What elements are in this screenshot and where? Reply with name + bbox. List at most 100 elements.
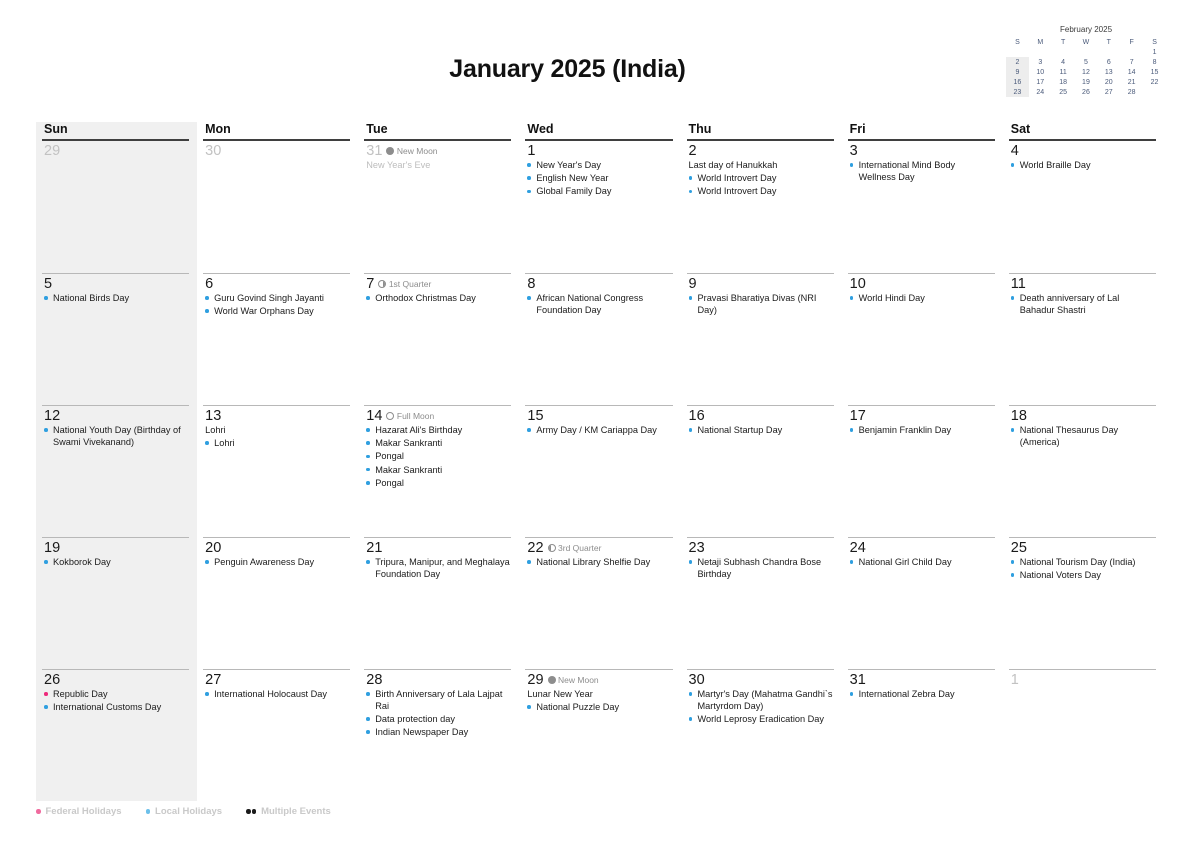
mini-calendar-day[interactable]: 2 [1006,57,1029,67]
mini-calendar-day[interactable]: 9 [1006,67,1029,77]
event-item[interactable]: Pongal [364,451,511,463]
calendar-day-cell[interactable]: 4 World Braille Day [1009,141,1156,273]
event-item[interactable]: International Mind Body Wellness Day [848,160,995,183]
calendar-day-cell[interactable]: 24 National Girl Child Day [847,537,995,669]
calendar-day-cell[interactable]: 29 New Moon Lunar New Year National Puzzle … [525,669,673,801]
event-item[interactable]: Makar Sankranti [364,465,511,477]
event-item[interactable]: African National Congress Foundation Day [525,293,672,316]
calendar-day-cell[interactable]: 15 Army Day / KM Cariappa Day [525,405,673,537]
mini-calendar-day[interactable]: 26 [1075,87,1098,97]
mini-calendar-day[interactable]: 7 [1120,57,1143,67]
mini-calendar-day[interactable]: 11 [1052,67,1075,77]
mini-calendar-day[interactable] [1052,47,1075,57]
event-item[interactable]: Orthodox Christmas Day [364,293,511,305]
event-item[interactable]: International Customs Day [42,702,189,714]
mini-calendar-day[interactable] [1097,47,1120,57]
event-item[interactable]: National Startup Day [687,425,834,437]
event-item[interactable]: International Holocaust Day [203,689,350,701]
event-item[interactable]: Lohri [203,425,350,437]
event-item[interactable]: New Year's Day [525,160,672,172]
event-item[interactable]: Tripura, Manipur, and Meghalaya Foundati… [364,557,511,580]
event-item[interactable]: Benjamin Franklin Day [848,425,995,437]
event-item[interactable]: World Introvert Day [687,186,834,198]
calendar-day-cell[interactable]: 30 [203,141,350,273]
mini-calendar-day[interactable]: 10 [1029,67,1052,77]
calendar-day-cell[interactable]: 3 International Mind Body Wellness Day [848,141,995,273]
event-item[interactable]: Pongal [364,478,511,490]
event-item[interactable]: Guru Govind Singh Jayanti [203,293,350,305]
mini-calendar-day[interactable] [1143,87,1166,97]
mini-calendar-day[interactable] [1006,47,1029,57]
event-item[interactable]: Lohri [203,438,350,450]
event-item[interactable]: Penguin Awareness Day [203,557,350,569]
mini-calendar-day[interactable]: 24 [1029,87,1052,97]
event-item[interactable]: National Thesaurus Day (America) [1009,425,1156,448]
calendar-day-cell[interactable]: 22 3rd Quarter National Library Shelfie Da… [525,537,673,669]
mini-calendar-day[interactable]: 3 [1029,57,1052,67]
event-item[interactable]: Army Day / KM Cariappa Day [525,425,672,437]
calendar-day-cell[interactable]: 19 Kokborok Day [42,537,190,669]
event-item[interactable]: World Introvert Day [687,173,834,185]
calendar-day-cell[interactable]: 30 Martyr's Day (Mahatma Gandhi`s Martyrd… [686,669,834,801]
event-item[interactable]: Hazarat Ali's Birthday [364,425,511,437]
mini-calendar-day[interactable]: 27 [1097,87,1120,97]
calendar-day-cell[interactable]: 18 National Thesaurus Day (America) [1008,405,1156,537]
event-item[interactable]: New Year's Eve [364,160,511,172]
mini-calendar-day[interactable]: 8 [1143,57,1166,67]
event-item[interactable]: English New Year [525,173,672,185]
mini-calendar-day[interactable]: 22 [1143,77,1166,87]
mini-calendar-day[interactable]: 6 [1097,57,1120,67]
calendar-day-cell[interactable]: 5 National Birds Day [42,273,190,405]
mini-calendar-day[interactable]: 15 [1143,67,1166,77]
calendar-day-cell[interactable]: 9 Pravasi Bharatiya Divas (NRI Day) [686,273,834,405]
event-item[interactable]: Birth Anniversary of Lala Lajpat Rai [364,689,511,712]
calendar-day-cell[interactable]: 21 Tripura, Manipur, and Meghalaya Founda… [364,537,512,669]
calendar-day-cell[interactable]: 25 National Tourism Day (India) National V… [1008,537,1156,669]
event-item[interactable]: Makar Sankranti [364,438,511,450]
mini-calendar-day[interactable] [1075,47,1098,57]
event-item[interactable]: Indian Newspaper Day [364,727,511,739]
event-item[interactable]: Netaji Subhash Chandra Bose Birthday [687,557,834,580]
calendar-day-cell[interactable]: 20 Penguin Awareness Day [203,537,351,669]
event-item[interactable]: Pravasi Bharatiya Divas (NRI Day) [687,293,834,316]
calendar-day-cell[interactable]: 1 [1008,669,1156,801]
mini-calendar-day[interactable]: 16 [1006,77,1029,87]
calendar-day-cell[interactable]: 13 Lohri Lohri [203,405,351,537]
calendar-day-cell[interactable]: 14 Full Moon Hazarat Ali's Birthday Makar S… [364,405,512,537]
event-item[interactable]: World Hindi Day [848,293,995,305]
event-item[interactable]: World Braille Day [1009,160,1156,172]
mini-calendar-day[interactable]: 14 [1120,67,1143,77]
event-item[interactable]: World War Orphans Day [203,306,350,318]
mini-calendar-day[interactable]: 28 [1120,87,1143,97]
event-item[interactable]: Martyr's Day (Mahatma Gandhi`s Martyrdom… [687,689,834,712]
event-item[interactable]: International Zebra Day [848,689,995,701]
calendar-day-cell[interactable]: 17 Benjamin Franklin Day [847,405,995,537]
event-item[interactable]: National Tourism Day (India) [1009,557,1156,569]
calendar-day-cell[interactable]: 6 Guru Govind Singh Jayanti World War Orph… [203,273,351,405]
event-item[interactable]: Data protection day [364,714,511,726]
mini-calendar-day[interactable]: 18 [1052,77,1075,87]
mini-calendar-day[interactable]: 20 [1097,77,1120,87]
mini-calendar-day[interactable]: 25 [1052,87,1075,97]
calendar-day-cell[interactable]: 7 1st Quarter Orthodox Christmas Day [364,273,512,405]
mini-calendar-day[interactable]: 17 [1029,77,1052,87]
calendar-day-cell[interactable]: 27 International Holocaust Day [203,669,351,801]
mini-calendar-day[interactable]: 4 [1052,57,1075,67]
mini-calendar-day[interactable]: 23 [1006,87,1029,97]
calendar-day-cell[interactable]: 28 Birth Anniversary of Lala Lajpat Rai Da… [364,669,512,801]
calendar-day-cell[interactable]: 31 International Zebra Day [847,669,995,801]
mini-calendar-day[interactable]: 5 [1075,57,1098,67]
event-item[interactable]: National Youth Day (Birthday of Swami Vi… [42,425,189,448]
calendar-day-cell[interactable]: 29 [42,141,189,273]
event-item[interactable]: National Voters Day [1009,570,1156,582]
event-item[interactable]: National Puzzle Day [525,702,672,714]
mini-calendar-day[interactable]: 13 [1097,67,1120,77]
mini-calendar-day[interactable]: 19 [1075,77,1098,87]
calendar-day-cell[interactable]: 12 National Youth Day (Birthday of Swami … [42,405,190,537]
calendar-day-cell[interactable]: 31 New Moon New Year's Eve [364,141,511,273]
event-item[interactable]: Global Family Day [525,186,672,198]
calendar-day-cell[interactable]: 1 New Year's Day English New Year Global Fa… [525,141,672,273]
calendar-day-cell[interactable]: 10 World Hindi Day [847,273,995,405]
mini-calendar-day[interactable] [1029,47,1052,57]
mini-calendar-day[interactable]: 21 [1120,77,1143,87]
